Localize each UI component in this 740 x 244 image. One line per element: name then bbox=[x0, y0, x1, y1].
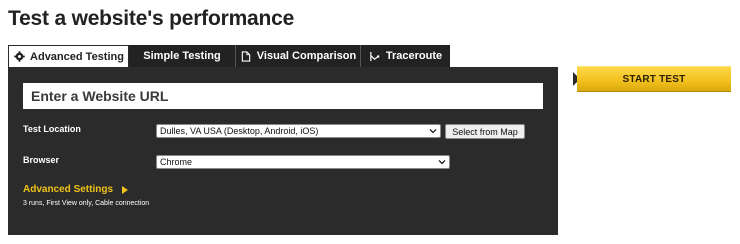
url-input[interactable] bbox=[23, 83, 543, 109]
advanced-settings-label: Advanced Settings bbox=[23, 184, 114, 195]
tab-label: Visual Comparison bbox=[256, 50, 357, 62]
advanced-settings-summary: 3 runs, First View only, Cable connectio… bbox=[23, 200, 150, 207]
tab-label: Advanced Testing bbox=[30, 50, 124, 63]
page-title: Test a website's performance bbox=[8, 7, 295, 30]
browser-label: Browser bbox=[23, 155, 60, 165]
select-from-map-button[interactable]: Select from Map bbox=[445, 124, 525, 139]
tab-advanced-testing[interactable]: Advanced Testing bbox=[8, 45, 129, 67]
start-test-button[interactable]: START TEST bbox=[573, 66, 731, 92]
chevron-down-icon bbox=[429, 129, 437, 134]
advanced-settings-toggle[interactable]: Advanced Settings bbox=[23, 184, 129, 195]
tab-label: Traceroute bbox=[385, 50, 443, 62]
test-location-label: Test Location bbox=[23, 124, 81, 134]
tab-simple-testing[interactable]: Simple Testing bbox=[129, 45, 236, 67]
browser-select[interactable]: Chrome bbox=[156, 155, 450, 169]
start-test-label: START TEST bbox=[577, 66, 731, 92]
tab-visual-comparison[interactable]: Visual Comparison bbox=[236, 45, 361, 67]
test-settings-panel: Test Location Dulles, VA USA (Desktop, A… bbox=[8, 67, 558, 235]
triangle-right-icon bbox=[122, 185, 129, 194]
test-location-value: Dulles, VA USA (Desktop, Android, iOS) bbox=[160, 126, 319, 136]
tab-traceroute[interactable]: Traceroute bbox=[361, 45, 450, 67]
test-location-select[interactable]: Dulles, VA USA (Desktop, Android, iOS) bbox=[156, 124, 441, 138]
test-type-tabs: Advanced Testing Simple Testing Visual C… bbox=[8, 45, 450, 67]
browser-value: Chrome bbox=[160, 157, 193, 167]
gear-icon bbox=[13, 51, 25, 63]
document-icon bbox=[240, 50, 252, 62]
tab-label: Simple Testing bbox=[143, 50, 221, 62]
route-icon bbox=[369, 50, 381, 62]
chevron-down-icon bbox=[438, 160, 446, 165]
